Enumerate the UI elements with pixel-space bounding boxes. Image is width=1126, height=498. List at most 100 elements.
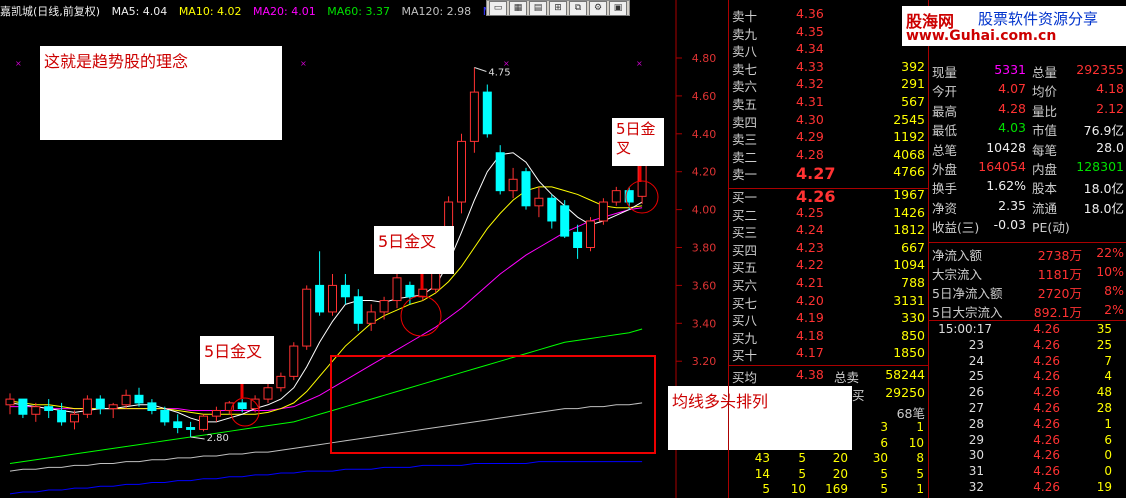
candle-body xyxy=(211,409,221,417)
tick-time: 27 xyxy=(968,401,984,415)
stat-row: 最低 4.03 市值 76.9亿 xyxy=(930,120,1126,138)
ask-row[interactable]: 卖八 4.34 xyxy=(730,41,928,59)
candle-body xyxy=(340,284,350,298)
level-label: 卖六 xyxy=(732,79,758,95)
candle-body xyxy=(44,406,54,411)
volume-cell: 8 xyxy=(916,451,924,465)
volume-cell: 43 xyxy=(754,451,770,465)
zoom-icon[interactable]: ⊞ xyxy=(549,1,567,16)
tick-volume: 19 xyxy=(1096,480,1112,494)
ask-row[interactable]: 卖七 4.33 392 xyxy=(730,59,928,77)
tick-price: 4.26 xyxy=(1033,337,1060,352)
level-label: 买四 xyxy=(732,242,758,258)
level-volume: 1094 xyxy=(893,257,925,273)
stat-value: 76.9亿 xyxy=(1083,123,1124,139)
money-flow-row: 5日净流入额 2720万 8% xyxy=(930,283,1126,301)
level-price: 4.23 xyxy=(796,239,824,255)
ask-row[interactable]: 卖二 4.28 4068 xyxy=(730,147,928,165)
stat-row: 总笔 10428 每笔 28.0 xyxy=(930,140,1126,158)
bid-row[interactable]: 买五 4.22 1094 xyxy=(730,257,928,275)
level-price: 4.31 xyxy=(796,94,824,109)
copy-icon[interactable]: ⧉ xyxy=(569,1,587,16)
bid-row[interactable]: 买十 4.17 1850 xyxy=(730,345,928,363)
stat-label: 最高 xyxy=(932,103,958,119)
total-sell-volume: 58244 xyxy=(885,367,925,382)
stat-label: 现量 xyxy=(932,65,958,80)
ma20-line xyxy=(10,207,643,411)
marker-icon: × xyxy=(503,59,510,68)
bid-row[interactable]: 买七 4.20 3131 xyxy=(730,293,928,311)
volume-cell: 169 xyxy=(825,482,848,496)
level-volume: 1967 xyxy=(893,187,925,202)
bid-row[interactable]: 买二 4.25 1426 xyxy=(730,205,928,223)
chart-icon[interactable]: ▤ xyxy=(529,1,547,16)
volume-cell: 20 xyxy=(832,451,848,465)
stat-label: 股本 xyxy=(1032,181,1058,197)
candle-body xyxy=(405,284,415,298)
stat-label: 外盘 xyxy=(932,162,958,177)
close-icon[interactable]: ▣ xyxy=(609,1,627,16)
flow-label: 大宗流入 xyxy=(932,267,983,282)
bid-row[interactable]: 买四 4.23 667 xyxy=(730,240,928,258)
level-label: 买九 xyxy=(732,330,758,346)
candle-body xyxy=(95,398,105,410)
ask-row[interactable]: 卖一 4.27 4766 xyxy=(730,164,928,183)
ask-row[interactable]: 卖六 4.32 291 xyxy=(730,76,928,94)
volume-cell: 5 xyxy=(762,482,770,496)
y-tick-label: 3.40 xyxy=(692,317,717,330)
total-sell-label: 总卖 xyxy=(834,370,860,385)
ask-row[interactable]: 卖三 4.29 1192 xyxy=(730,129,928,147)
candle-body xyxy=(611,190,621,203)
stat-label: 内盘 xyxy=(1032,162,1058,177)
money-flow-row: 大宗流入 1181万 10% xyxy=(930,264,1126,282)
ask-row[interactable]: 卖五 4.31 567 xyxy=(730,94,928,112)
ask-row[interactable]: 卖九4.3515 xyxy=(730,24,928,42)
high-pointer xyxy=(474,67,487,72)
candle-body xyxy=(573,231,583,248)
money-flow-row: 5日大宗流入 892.1万 2% xyxy=(930,302,1126,320)
candle-body xyxy=(379,300,389,313)
candle-body xyxy=(121,394,131,406)
level-label: 买五 xyxy=(732,260,758,276)
level-volume: 4068 xyxy=(893,146,925,162)
level-label: 卖二 xyxy=(732,149,758,165)
flow-percent: 8% xyxy=(1104,283,1124,298)
level-price: 4.24 xyxy=(796,222,824,238)
volume-cell: 5 xyxy=(880,466,888,481)
level-price: 4.34 xyxy=(796,41,824,57)
tick-volume: 48 xyxy=(1096,385,1112,400)
ask-row[interactable]: 卖十4.361 xyxy=(730,6,928,24)
volume-cell: 5 xyxy=(880,482,888,496)
tick-price: 4.26 xyxy=(1033,464,1060,479)
level-volume: 1850 xyxy=(893,345,925,361)
grid-icon[interactable]: ▦ xyxy=(509,1,527,16)
bid-row[interactable]: 买八 4.19 330 xyxy=(730,310,928,328)
volume-cell: 10 xyxy=(790,482,806,496)
window-icon[interactable]: ▭ xyxy=(489,1,507,16)
bid-row[interactable]: 买一 4.26 1967 xyxy=(730,187,928,206)
tick-volume: 28 xyxy=(1096,401,1112,415)
level-price: 4.20 xyxy=(796,292,824,308)
flow-percent: 22% xyxy=(1096,245,1124,260)
tick-volume: 4 xyxy=(1104,369,1112,384)
level-label: 卖四 xyxy=(732,114,758,130)
settings-icon[interactable]: ⚙ xyxy=(589,1,607,16)
concept-note: 这就是趋势股的理念 xyxy=(40,46,282,140)
volume-cell: 5 xyxy=(798,451,806,465)
tick-time: 28 xyxy=(968,416,984,431)
flow-value: 1181万 xyxy=(1037,267,1082,282)
stat-row: 今开 4.07 均价 4.18 xyxy=(930,81,1126,99)
candle-body xyxy=(521,171,531,207)
flow-label: 5日大宗流入 xyxy=(932,305,1003,320)
y-tick-label: 4.40 xyxy=(692,128,717,141)
candle-body xyxy=(495,152,505,192)
bid-row[interactable]: 买六 4.21 788 xyxy=(730,275,928,293)
ask-row[interactable]: 卖四 4.30 2545 xyxy=(730,112,928,130)
stat-label: 收益(三) xyxy=(932,220,980,236)
stat-label: 量比 xyxy=(1032,103,1058,119)
stat-value: 18.0亿 xyxy=(1083,181,1124,197)
tick-price: 4.26 xyxy=(1033,385,1060,400)
bid-row[interactable]: 买三 4.24 1812 xyxy=(730,222,928,240)
stat-value: 4.28 xyxy=(998,100,1026,116)
bid-row[interactable]: 买九 4.18 850 xyxy=(730,328,928,346)
